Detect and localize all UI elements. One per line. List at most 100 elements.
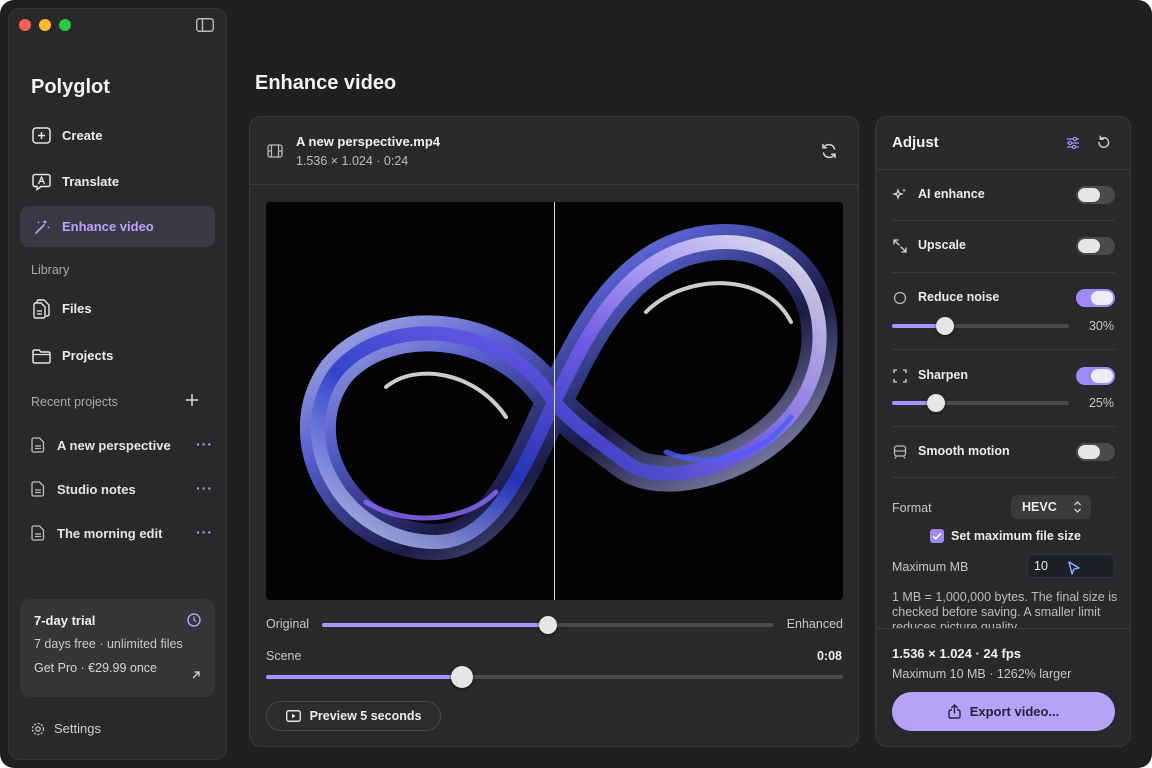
- sidebar-item-files[interactable]: Files: [20, 288, 215, 329]
- toggle-knob: [1078, 445, 1100, 459]
- app-title: Polyglot: [31, 76, 110, 98]
- gear-icon: [31, 722, 45, 735]
- upscale-toggle[interactable]: [1076, 237, 1115, 255]
- sidebar-item-label: Enhance video: [62, 219, 154, 234]
- smooth-motion-toggle[interactable]: [1076, 443, 1115, 461]
- ai-enhance-row: AI enhance: [892, 184, 1115, 206]
- video-preview-panel: A new perspective.mp4 1.536 × 1.024 · 0:…: [249, 116, 859, 747]
- upscale-row: Upscale: [892, 235, 1115, 257]
- output-spec: 1.536 × 1.024 · 24 fps: [892, 646, 1022, 661]
- magic-wand-icon: [32, 217, 51, 236]
- toggle-knob: [1091, 291, 1113, 305]
- max-file-size-checkbox-row[interactable]: Set maximum file size: [930, 529, 1081, 543]
- reduce-noise-slider-thumb[interactable]: [936, 317, 955, 335]
- comparison-row: Original Enhanced: [266, 616, 843, 634]
- minimize-window-button[interactable]: [39, 19, 51, 31]
- video-frame[interactable]: [266, 202, 843, 600]
- sidebar-item-label: Translate: [62, 174, 120, 189]
- file-header: A new perspective.mp4 1.536 × 1.024 · 0:…: [250, 117, 858, 185]
- sharpen-slider-thumb[interactable]: [927, 394, 946, 412]
- scene-time: 0:08: [816, 649, 842, 663]
- file-name: A new perspective.mp4: [296, 134, 441, 149]
- original-label: Original: [266, 617, 310, 631]
- recent-project-item[interactable]: Studio notes ···: [31, 478, 213, 500]
- translate-bubble-icon: [32, 172, 51, 191]
- document-icon: [31, 525, 45, 541]
- clock-icon: [187, 613, 201, 627]
- divider: [892, 426, 1115, 427]
- get-pro-link[interactable]: Get Pro · €29.99 once: [34, 661, 201, 675]
- up-down-chevron-icon: [1074, 501, 1081, 513]
- maximum-mb-label: Maximum MB: [892, 560, 969, 574]
- sidebar-item-projects[interactable]: Projects: [20, 335, 215, 376]
- max-file-size-checkbox[interactable]: [930, 529, 944, 543]
- trial-title: 7-day trial: [34, 613, 96, 628]
- sidebar-item-label: Create: [62, 128, 103, 143]
- comparison-split-line[interactable]: [554, 202, 555, 600]
- film-icon: [267, 144, 283, 158]
- reduce-noise-slider[interactable]: [892, 317, 1069, 335]
- folder-icon: [32, 346, 51, 365]
- file-size-note: 1 MB = 1,000,000 bytes. The final size i…: [892, 590, 1118, 628]
- window-controls: [19, 19, 71, 31]
- zoom-window-button[interactable]: [59, 19, 71, 31]
- enhanced-label: Enhanced: [786, 617, 843, 631]
- comparison-slider[interactable]: [322, 616, 774, 634]
- replace-file-icon[interactable]: [820, 142, 838, 160]
- scene-scrubber-thumb[interactable]: [451, 666, 474, 688]
- app-window: Polyglot Create Translate Enhance video …: [0, 0, 1152, 768]
- reduce-noise-toggle[interactable]: [1076, 289, 1115, 307]
- settings-button[interactable]: Settings: [31, 721, 101, 736]
- scene-scrubber[interactable]: [266, 666, 843, 688]
- document-icon: [31, 481, 45, 497]
- sharpen-toggle[interactable]: [1076, 367, 1115, 385]
- more-options-icon[interactable]: ···: [196, 436, 213, 452]
- comparison-slider-thumb[interactable]: [539, 616, 557, 634]
- checkmark-icon: [932, 532, 942, 540]
- format-value: HEVC: [1022, 500, 1057, 514]
- reduce-noise-value: 30%: [1088, 319, 1114, 333]
- sidebar-item-enhance-video[interactable]: Enhance video: [20, 206, 215, 247]
- document-icon: [31, 437, 45, 453]
- sidebar: Polyglot Create Translate Enhance video …: [8, 8, 227, 760]
- preview-button-label: Preview 5 seconds: [309, 709, 422, 723]
- share-export-icon: [948, 704, 961, 719]
- adjust-panel: Adjust AI enhance Upscale Reduce noise 3…: [875, 116, 1131, 747]
- preview-button[interactable]: Preview 5 seconds: [266, 701, 441, 731]
- file-meta: 1.536 × 1.024 · 0:24: [296, 154, 409, 168]
- sidebar-item-label: Projects: [62, 348, 114, 363]
- sidebar-item-label: Files: [62, 301, 92, 316]
- settings-label: Settings: [54, 721, 101, 736]
- format-select[interactable]: HEVC: [1011, 495, 1091, 519]
- sliders-icon[interactable]: [1066, 137, 1080, 149]
- smooth-motion-row: Smooth motion: [892, 441, 1115, 463]
- divider: [892, 349, 1115, 350]
- recent-project-item[interactable]: A new perspective ···: [31, 434, 213, 456]
- sidebar-item-translate[interactable]: Translate: [20, 161, 215, 202]
- trial-card[interactable]: 7-day trial 7 days free · unlimited file…: [20, 599, 215, 697]
- recent-project-name: A new perspective: [57, 437, 171, 453]
- toggle-knob: [1078, 239, 1100, 253]
- toggle-knob: [1078, 188, 1100, 202]
- add-project-icon[interactable]: [184, 392, 200, 408]
- ai-enhance-toggle[interactable]: [1076, 186, 1115, 204]
- sharpen-label: Sharpen: [918, 368, 969, 382]
- noise-circle-icon: [893, 291, 907, 305]
- upscale-label: Upscale: [918, 238, 966, 252]
- recent-project-item[interactable]: The morning edit ···: [31, 522, 213, 544]
- sidebar-toggle-icon[interactable]: [196, 18, 214, 32]
- reset-icon[interactable]: [1096, 135, 1111, 150]
- more-options-icon[interactable]: ···: [196, 480, 213, 496]
- sidebar-item-create[interactable]: Create: [20, 115, 215, 156]
- library-section-label: Library: [31, 263, 70, 277]
- toggle-knob: [1091, 369, 1113, 383]
- smooth-motion-label: Smooth motion: [918, 444, 1010, 458]
- max-file-size-label: Set maximum file size: [951, 529, 1081, 543]
- close-window-button[interactable]: [19, 19, 31, 31]
- sharpen-slider[interactable]: [892, 394, 1069, 412]
- arrow-up-right-icon: [192, 671, 200, 679]
- scene-label: Scene: [266, 649, 302, 663]
- export-video-button[interactable]: Export video...: [892, 692, 1115, 731]
- adjust-title: Adjust: [892, 134, 939, 151]
- more-options-icon[interactable]: ···: [196, 524, 213, 540]
